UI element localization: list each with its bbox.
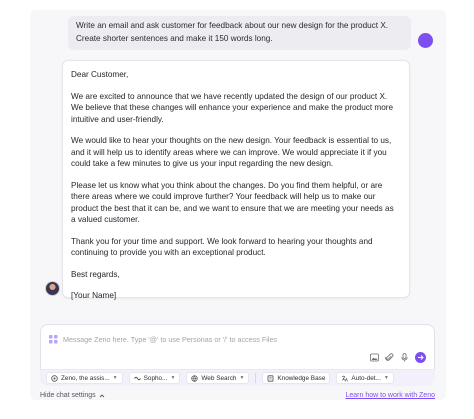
arrow-right-icon xyxy=(418,355,424,360)
paragraph: Please let us know what you think about … xyxy=(71,180,394,225)
microphone-icon[interactable] xyxy=(400,353,409,362)
chevron-down-icon: ▼ xyxy=(170,375,176,381)
language-icon xyxy=(342,375,349,382)
persona-icon xyxy=(51,374,58,382)
signature: [Your Name] xyxy=(71,291,117,300)
persona-label: Zeno, the assis... xyxy=(61,374,110,382)
learn-link[interactable]: Learn how to work with Zeno xyxy=(346,392,436,399)
composer-actions xyxy=(370,352,426,363)
chevron-up-icon xyxy=(99,393,104,397)
hide-settings-button[interactable]: Hide chat settings xyxy=(40,392,105,399)
paragraph: We would like to hear your thoughts on t… xyxy=(71,136,392,168)
knowledge-base-label: Knowledge Base xyxy=(277,374,326,382)
apps-grid-icon[interactable] xyxy=(49,334,58,344)
globe-icon xyxy=(191,374,199,382)
message-input[interactable]: Message Zeno here. Type '@' to use Perso… xyxy=(49,332,374,346)
image-icon[interactable] xyxy=(370,353,379,362)
persona-selector[interactable]: Zeno, the assis... ▼ xyxy=(46,372,123,384)
model-icon xyxy=(133,376,141,380)
assistant-message: Dear Customer, We are excited to announc… xyxy=(62,60,410,300)
web-search-label: Web Search xyxy=(201,374,237,382)
hide-settings-label: Hide chat settings xyxy=(40,392,96,399)
message-placeholder: Message Zeno here. Type '@' to use Perso… xyxy=(63,334,278,344)
user-message: Write an email and ask customer for feed… xyxy=(68,16,411,50)
chevron-down-icon: ▼ xyxy=(112,375,118,381)
model-selector[interactable]: Sopho... ▼ xyxy=(128,372,181,384)
paragraph: Thank you for your time and support. We … xyxy=(71,236,373,258)
knowledge-base-selector[interactable]: Knowledge Base xyxy=(262,372,331,384)
auto-detect-selector[interactable]: Auto-det... ▼ xyxy=(336,372,394,384)
user-avatar[interactable] xyxy=(418,33,433,48)
paragraph: We are excited to announce that we have … xyxy=(71,91,394,124)
assistant-avatar xyxy=(45,281,60,296)
user-message-text: Write an email and ask customer for feed… xyxy=(76,21,389,43)
book-icon xyxy=(268,374,274,382)
web-search-toggle[interactable]: Web Search ▼ xyxy=(186,372,250,384)
send-button[interactable] xyxy=(415,352,426,363)
chat-settings-toolbar: Zeno, the assis... ▼ Sopho... ▼ Web Sear… xyxy=(40,369,435,386)
attachment-icon[interactable] xyxy=(385,353,394,362)
chat-footer: Hide chat settings Learn how to work wit… xyxy=(40,391,435,403)
chevron-down-icon: ▼ xyxy=(239,375,245,381)
toolbar-divider xyxy=(255,373,257,383)
auto-detect-label: Auto-det... xyxy=(351,374,381,382)
greeting: Dear Customer, xyxy=(71,70,129,79)
model-label: Sopho... xyxy=(143,374,168,382)
chevron-down-icon: ▼ xyxy=(383,375,389,381)
sign-off: Best regards, xyxy=(71,269,120,279)
